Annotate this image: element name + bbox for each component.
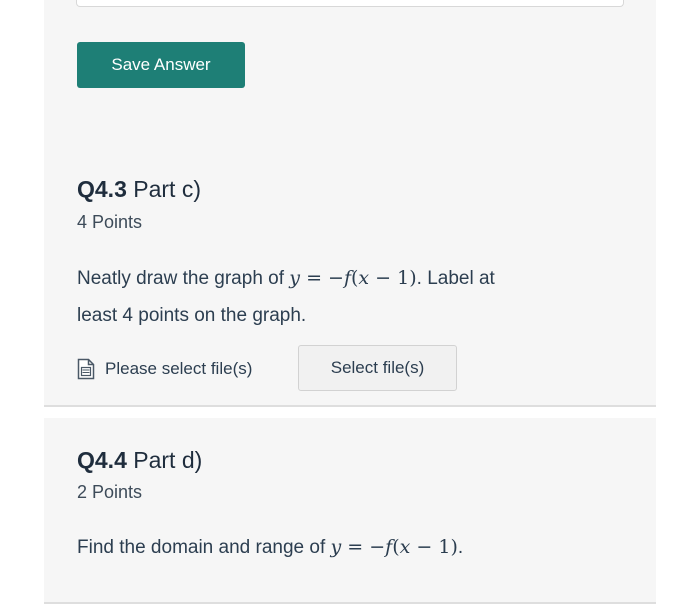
section-divider [44, 405, 656, 407]
math-expression: y = −f(x − 1) [331, 536, 458, 558]
question-number: Q4.4 [77, 447, 127, 473]
math-var-y: y [330, 536, 342, 558]
prompt-text-end: . Label at [416, 268, 495, 289]
file-selection-status: Please select file(s) [105, 359, 253, 378]
prompt-text-end: . [457, 537, 464, 558]
question-part: Part d) [133, 447, 203, 473]
select-files-button[interactable]: Select file(s) [298, 345, 457, 391]
prompt-text: Find the domain and range of [77, 537, 331, 558]
question-points: 2 Points [77, 482, 143, 502]
question-points: 4 Points [77, 212, 143, 232]
prompt-text-line2: least 4 points on the graph. [77, 305, 307, 326]
math-var-x: x [358, 267, 370, 289]
math-var-x: x [399, 536, 411, 558]
question-title-q4-4: Q4.4 Part d) [77, 447, 202, 474]
question-prompt-q4-4: Find the domain and range of y = −f(x − … [77, 529, 463, 566]
math-func-f: f [343, 267, 351, 289]
math-equals: = − [300, 267, 344, 289]
question-part: Part c) [133, 176, 201, 202]
save-answer-button[interactable]: Save Answer [77, 42, 245, 88]
file-upload-row: Please select file(s) [77, 348, 252, 390]
math-paren: ( [392, 536, 400, 558]
question-title-q4-3: Q4.3 Part c) [77, 176, 201, 203]
math-rest: − 1) [369, 267, 417, 289]
question-panel-q4-4 [44, 418, 656, 604]
math-rest: − 1) [410, 536, 458, 558]
math-var-y: y [289, 267, 301, 289]
prompt-text: Neatly draw the graph of [77, 268, 290, 289]
file-document-icon [77, 358, 95, 380]
math-equals: = − [341, 536, 386, 558]
math-expression: y = −f(x − 1) [289, 267, 416, 289]
question-prompt-q4-3: Neatly draw the graph of y = −f(x − 1). … [77, 260, 495, 334]
question-number: Q4.3 [77, 176, 127, 202]
answer-text-input[interactable] [76, 0, 624, 7]
